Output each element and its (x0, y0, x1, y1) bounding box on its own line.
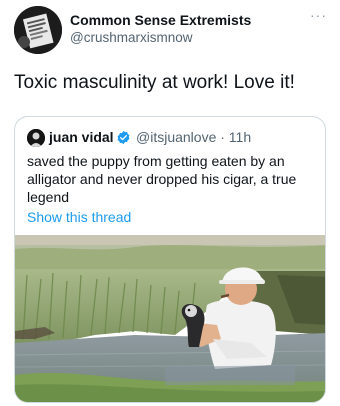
author-name[interactable]: Common Sense Extremists (70, 12, 251, 28)
quoted-media-image[interactable] (15, 235, 325, 402)
quoted-handle-time[interactable]: @itsjuanlove · 11h (136, 129, 251, 145)
quoted-tweet-text: saved the puppy from getting eaten by an… (27, 153, 297, 205)
more-options-icon[interactable]: ··· (310, 8, 327, 22)
quoted-tweet[interactable]: juan vidal @itsjuanlove · 11h saved the … (14, 116, 326, 403)
verified-badge-icon (117, 130, 130, 145)
author-avatar[interactable] (14, 6, 62, 54)
avatar-image-icon (14, 6, 62, 54)
author-handle[interactable]: @crushmarxismnow (70, 30, 192, 45)
show-thread-link[interactable]: Show this thread (27, 209, 131, 225)
tweet-text: Toxic masculinity at work! Love it! (14, 72, 295, 93)
quoted-author-avatar[interactable] (27, 129, 45, 147)
quoted-avatar-image-icon (27, 129, 45, 147)
quoted-author-name[interactable]: juan vidal (49, 129, 114, 145)
tweet-card[interactable]: Common Sense Extremists @crushmarxismnow… (0, 0, 340, 406)
swamp-photo (15, 235, 325, 402)
